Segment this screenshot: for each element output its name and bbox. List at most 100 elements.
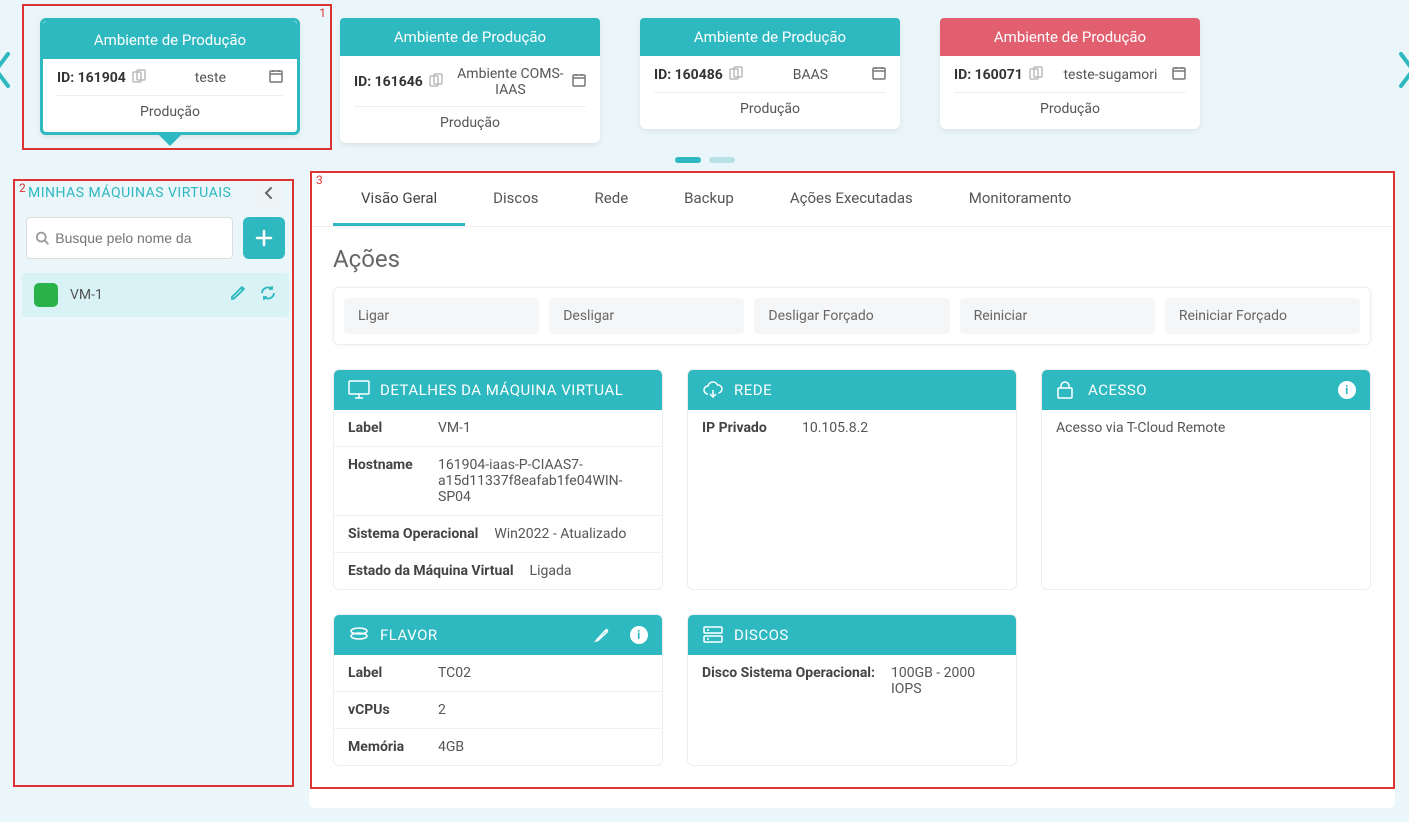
- panel-header: DISCOS: [688, 615, 1016, 655]
- info-icon[interactable]: i: [630, 626, 648, 644]
- environment-subtype: Produção: [57, 104, 283, 120]
- copy-icon[interactable]: [1029, 66, 1043, 84]
- environment-id: ID: 161646: [354, 74, 423, 90]
- kv-value: 161904-iaas-P-CIAAS7-a15d11337f8eafab1fe…: [438, 457, 648, 505]
- panel-body: IP Privado10.105.8.2: [688, 410, 1016, 446]
- panel-header: FLAVOR i: [334, 615, 662, 655]
- panel-body: Acesso via T-Cloud Remote: [1042, 410, 1370, 446]
- lock-icon: [1056, 380, 1078, 400]
- kv-row: Hostname161904-iaas-P-CIAAS7-a15d11337f8…: [334, 447, 662, 516]
- calendar-icon[interactable]: [269, 69, 283, 87]
- panel-body: Disco Sistema Operacional:100GB - 2000 I…: [688, 655, 1016, 707]
- kv-key: Estado da Máquina Virtual: [348, 563, 530, 579]
- panel-access: ACESSO i Acesso via T-Cloud Remote: [1041, 369, 1371, 590]
- kv-key: Hostname: [348, 457, 438, 505]
- tab-monitoramento[interactable]: Monitoramento: [941, 173, 1100, 226]
- panel-title: DISCOS: [734, 626, 789, 644]
- kv-key: vCPUs: [348, 702, 438, 718]
- panel-header: DETALHES DA MÁQUINA VIRTUAL: [334, 370, 662, 410]
- vm-list: VM-1: [22, 273, 289, 317]
- tab-ações-executadas[interactable]: Ações Executadas: [762, 173, 941, 226]
- sidebar-header: MINHAS MÁQUINAS VIRTUAIS: [22, 173, 289, 217]
- tab-backup[interactable]: Backup: [656, 173, 762, 226]
- action-reiniciar[interactable]: Reiniciar: [960, 298, 1155, 334]
- info-icon[interactable]: i: [1338, 381, 1356, 399]
- actions-heading: Ações: [333, 245, 1371, 273]
- vm-name: VM-1: [70, 287, 229, 303]
- kv-row: Memória4GB: [334, 729, 662, 765]
- environment-id: ID: 160071: [954, 67, 1023, 83]
- tab-rede[interactable]: Rede: [567, 173, 657, 226]
- environment-subtype: Produção: [654, 101, 886, 117]
- panel-title: ACESSO: [1088, 381, 1147, 399]
- action-reiniciar-forçado[interactable]: Reiniciar Forçado: [1165, 298, 1360, 334]
- refresh-icon[interactable]: [259, 284, 277, 306]
- environment-card[interactable]: Ambiente de ProduçãoID: 161904testeProdu…: [40, 18, 300, 135]
- vm-sidebar: MINHAS MÁQUINAS VIRTUAIS VM-1: [22, 173, 289, 808]
- panel-body: LabelTC02vCPUs2Memória4GB: [334, 655, 662, 765]
- cloud-icon: [702, 380, 724, 400]
- kv-value: 2: [438, 702, 648, 718]
- kv-row: Disco Sistema Operacional:100GB - 2000 I…: [688, 655, 1016, 707]
- kv-row: IP Privado10.105.8.2: [688, 410, 1016, 446]
- calendar-icon[interactable]: [1172, 66, 1186, 84]
- environment-card[interactable]: Ambiente de Produção ID: 160486 BAAS Produç…: [640, 18, 900, 129]
- sidebar-collapse-button[interactable]: [255, 179, 283, 207]
- environment-card[interactable]: Ambiente de Produção ID: 161646 Ambiente C…: [340, 18, 600, 143]
- chevron-left-icon: [262, 186, 276, 200]
- environment-subtype: Produção: [954, 101, 1186, 117]
- lower-layout: MINHAS MÁQUINAS VIRTUAIS VM-1 Visão Gera…: [0, 173, 1409, 822]
- kv-value: 10.105.8.2: [802, 420, 1002, 436]
- environment-card-title: Ambiente de Produção: [640, 18, 900, 56]
- sidebar-search-row: [22, 217, 289, 273]
- environment-card-title: Ambiente de Produção: [340, 18, 600, 56]
- edit-icon[interactable]: [229, 284, 247, 306]
- environment-card[interactable]: Ambiente de ProduçãoID: 160071teste-suga…: [940, 18, 1200, 129]
- panel-title: FLAVOR: [380, 626, 438, 644]
- copy-icon[interactable]: [132, 69, 146, 87]
- action-desligar-forçado[interactable]: Desligar Forçado: [754, 298, 949, 334]
- monitor-icon: [348, 380, 370, 400]
- environment-card-title: Ambiente de Produção: [43, 21, 297, 59]
- vm-list-item[interactable]: VM-1: [22, 273, 289, 317]
- action-ligar[interactable]: Ligar: [344, 298, 539, 334]
- carousel-page-1[interactable]: [675, 157, 701, 163]
- tab-visão-geral[interactable]: Visão Geral: [333, 173, 465, 226]
- kv-value: VM-1: [438, 420, 648, 436]
- environment-name: teste-sugamori: [1049, 67, 1172, 83]
- vm-status-indicator: [34, 283, 58, 307]
- kv-row: LabelVM-1: [334, 410, 662, 447]
- copy-icon[interactable]: [429, 73, 443, 91]
- kv-key: Label: [348, 420, 438, 436]
- panel-header: REDE: [688, 370, 1016, 410]
- environment-id: ID: 160486: [654, 67, 723, 83]
- kv-key: IP Privado: [702, 420, 802, 436]
- copy-icon[interactable]: [729, 66, 743, 84]
- calendar-icon[interactable]: [872, 66, 886, 84]
- search-input[interactable]: [55, 230, 224, 246]
- panel-row-2: FLAVOR i LabelTC02vCPUs2Memória4GB DISCO…: [333, 614, 1371, 766]
- carousel-page-2[interactable]: [709, 157, 735, 163]
- kv-row: vCPUs2: [334, 692, 662, 729]
- environment-name: teste: [152, 70, 269, 86]
- search-input-wrapper[interactable]: [26, 217, 233, 259]
- edit-icon[interactable]: [594, 627, 610, 643]
- environment-subtype: Produção: [354, 115, 586, 131]
- actions-bar: Ligar Desligar Desligar Forçado Reiniciar Re…: [333, 287, 1371, 345]
- panel-vm-details: DETALHES DA MÁQUINA VIRTUAL LabelVM-1Hos…: [333, 369, 663, 590]
- add-vm-button[interactable]: [243, 217, 285, 259]
- environment-name: BAAS: [749, 67, 872, 83]
- kv-value: Ligada: [530, 563, 648, 579]
- tab-discos[interactable]: Discos: [465, 173, 566, 226]
- environment-carousel: Ambiente de ProduçãoID: 161904testeProdu…: [0, 0, 1409, 151]
- calendar-icon[interactable]: [572, 73, 586, 91]
- layers-icon: [348, 625, 370, 645]
- environment-name: Ambiente COMS-IAAS: [449, 66, 572, 98]
- kv-row: Estado da Máquina VirtualLigada: [334, 553, 662, 589]
- main-panel: Visão GeralDiscosRedeBackupAções Executa…: [309, 173, 1395, 808]
- kv-row: Sistema OperacionalWin2022 - Atualizado: [334, 516, 662, 553]
- action-desligar[interactable]: Desligar: [549, 298, 744, 334]
- panel-network: REDE IP Privado10.105.8.2: [687, 369, 1017, 590]
- panel-row-1: DETALHES DA MÁQUINA VIRTUAL LabelVM-1Hos…: [333, 369, 1371, 590]
- carousel-dots: [0, 151, 1409, 173]
